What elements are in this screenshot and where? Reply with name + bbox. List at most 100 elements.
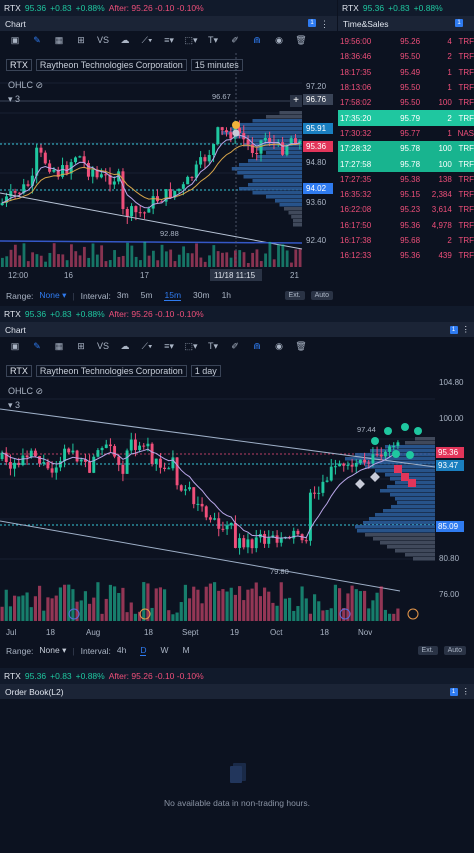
link-badge[interactable]: 1 xyxy=(449,325,458,334)
volume-bar xyxy=(200,603,204,621)
hide-icon[interactable]: ⊘ xyxy=(36,80,44,90)
volume-bar xyxy=(179,602,183,621)
volume-profile-bar xyxy=(357,529,435,533)
interval-option[interactable]: 3m xyxy=(117,290,129,301)
chart-type-icon[interactable]: ▣ xyxy=(4,35,26,46)
text-icon[interactable]: T▾ xyxy=(202,35,224,46)
candle-body xyxy=(329,466,333,481)
shapes-icon[interactable]: ⬚▾ xyxy=(180,35,202,46)
volume-bar xyxy=(251,252,255,267)
more-icon[interactable]: ⋮ xyxy=(462,324,471,335)
volume-bar xyxy=(83,591,87,621)
trash-icon[interactable]: 🗑 xyxy=(290,341,312,352)
cloud-icon[interactable]: ☁ xyxy=(114,35,136,46)
link-badge-1[interactable]: 1 xyxy=(308,19,316,27)
chart1-ticker[interactable]: RTX xyxy=(6,59,32,71)
brush-icon[interactable]: ✐ xyxy=(224,35,246,46)
volume-bar xyxy=(288,597,292,621)
candle-body xyxy=(263,137,267,141)
fib-icon[interactable]: ≡▾ xyxy=(158,341,180,352)
compare-icon[interactable]: VS xyxy=(92,35,114,45)
candle-body xyxy=(313,492,317,494)
chart-daily-canvas[interactable]: 97.44 79.80 104.80 100.00 80.80 76.00 95.36 93.… xyxy=(0,359,474,644)
fib-icon[interactable]: ≡▾ xyxy=(158,35,180,46)
auto2-button[interactable]: Auto xyxy=(443,646,466,655)
volume-bar xyxy=(42,610,46,621)
chart2-collapse[interactable]: ▾ 3 xyxy=(8,400,20,411)
interval-option[interactable]: 30m xyxy=(193,290,210,301)
volume-bar xyxy=(71,589,75,621)
range2-select[interactable]: None ▾ xyxy=(39,645,66,656)
draw-icon[interactable]: ✎ xyxy=(26,35,48,46)
trendline-icon[interactable]: ⟋▾ xyxy=(136,341,158,352)
ext-button[interactable]: Ext. xyxy=(284,291,305,300)
cloud-icon[interactable]: ☁ xyxy=(114,341,136,352)
ts-pct: +0.88% xyxy=(413,3,443,13)
candle-body xyxy=(54,467,58,473)
volume-bar xyxy=(17,596,21,621)
x-tick: 19 xyxy=(230,628,239,637)
volume-bar xyxy=(35,254,39,267)
auto-button[interactable]: Auto xyxy=(310,291,333,300)
chart-15m-canvas[interactable]: 96.67 92.88 97.20 94.80 93.60 92.40 96.76 95.91… xyxy=(0,53,337,285)
draw-icon[interactable]: ✎ xyxy=(26,341,48,352)
volume-profile-bar xyxy=(252,191,302,195)
chart-type-icon[interactable]: ▣ xyxy=(4,341,26,352)
volume-bar xyxy=(392,613,396,621)
brush-icon[interactable]: ✐ xyxy=(224,341,246,352)
more-icon-ob[interactable]: ⋮ xyxy=(462,686,471,697)
indicator-icon[interactable]: ⊞ xyxy=(70,341,92,352)
link-badge-ob[interactable]: 1 xyxy=(449,687,458,696)
volume-bar xyxy=(272,259,276,267)
quote2-symbol: RTX xyxy=(4,309,21,319)
chart1-interval[interactable]: 15 minutes xyxy=(190,59,243,71)
eye-icon[interactable]: ◉ xyxy=(268,341,290,352)
volume-bar xyxy=(54,595,58,621)
ts-row: 18:36:46 95.50 2 TRF xyxy=(338,49,474,64)
magnet-icon[interactable]: ⋒ xyxy=(246,341,268,352)
candle-body xyxy=(275,535,279,543)
empty-message: No available data in non-trading hours. xyxy=(163,798,310,808)
order-book-panel: RTX 95.36 +0.83 +0.88% After: 95.26 -0.1… xyxy=(0,668,474,853)
layout-icon[interactable]: ▦ xyxy=(48,35,70,46)
magnet-icon[interactable]: ⋒ xyxy=(246,35,268,46)
chart1-collapse[interactable]: ▾ 3 xyxy=(8,94,20,105)
trendline-icon[interactable]: ⟋▾ xyxy=(136,35,158,46)
chart2-ticker[interactable]: RTX xyxy=(6,365,32,377)
interval-option[interactable]: D xyxy=(140,645,147,656)
candle-body xyxy=(79,459,83,462)
text-icon[interactable]: T▾ xyxy=(202,341,224,352)
chart2-interval[interactable]: 1 day xyxy=(190,365,221,377)
more-icon-1[interactable]: ⋮ xyxy=(320,19,329,30)
candle-body xyxy=(208,517,212,520)
zoom-plus-icon[interactable]: + xyxy=(290,95,302,107)
hide-icon[interactable]: ⊘ xyxy=(36,386,44,396)
volume-bar xyxy=(396,608,400,621)
interval-option[interactable]: M xyxy=(183,645,190,656)
interval-option[interactable]: 5m xyxy=(141,290,153,301)
candle-body xyxy=(177,188,181,191)
candle-body xyxy=(213,518,217,520)
range-select[interactable]: None ▾ xyxy=(39,290,66,301)
ts-price: 95.38 xyxy=(400,174,421,184)
volume-bar xyxy=(163,589,167,621)
eye-icon[interactable]: ◉ xyxy=(268,35,290,46)
interval-option[interactable]: 4h xyxy=(117,645,126,656)
ob-price: 95.36 xyxy=(24,671,47,681)
volume-bar xyxy=(383,609,387,621)
indicator-icon[interactable]: ⊞ xyxy=(70,35,92,46)
chart1-title-icons: 1 ⋮ xyxy=(308,19,329,30)
volume-profile-bar xyxy=(239,163,302,167)
candle-body xyxy=(8,462,12,469)
y-tick: 92.40 xyxy=(306,236,327,245)
compare-icon[interactable]: VS xyxy=(92,341,114,351)
shapes-icon[interactable]: ⬚▾ xyxy=(180,341,202,352)
study2-count: 3 xyxy=(15,400,21,410)
link-badge-ts[interactable]: 1 xyxy=(455,19,463,27)
interval-option[interactable]: W xyxy=(160,645,168,656)
layout-icon[interactable]: ▦ xyxy=(48,341,70,352)
trash-icon[interactable]: 🗑 xyxy=(290,35,312,46)
interval-option[interactable]: 1h xyxy=(222,290,231,301)
interval-option[interactable]: 15m xyxy=(164,290,182,301)
ext2-button[interactable]: Ext. xyxy=(417,646,438,655)
